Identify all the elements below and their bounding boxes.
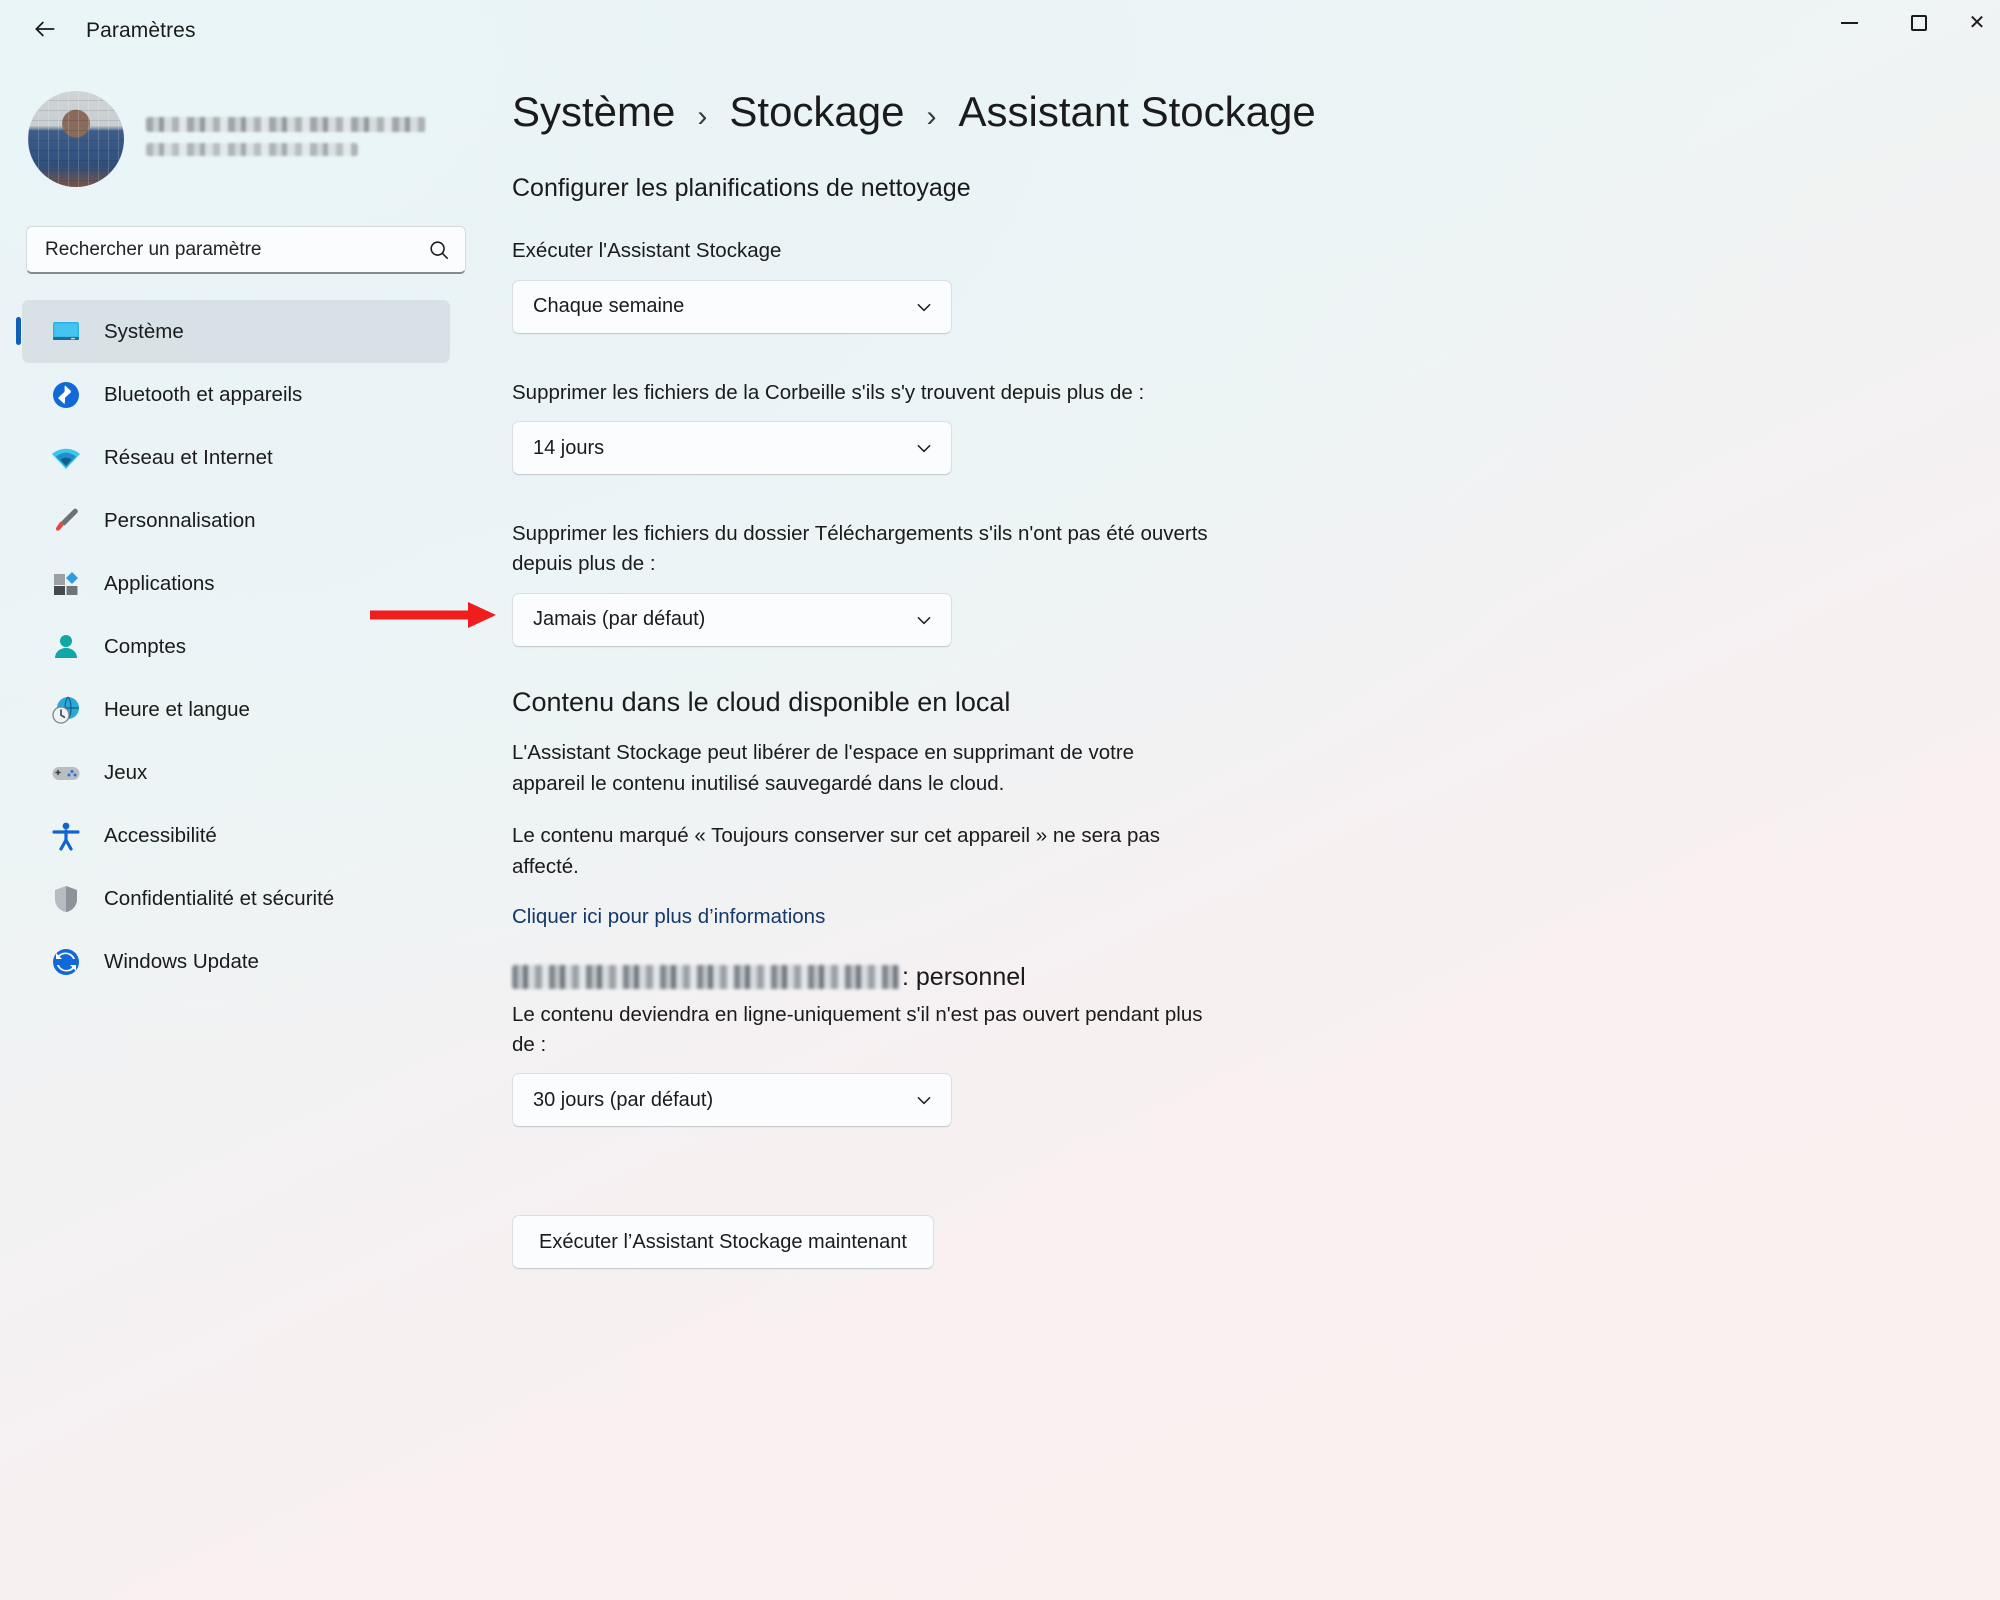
field-downloads: Supprimer les fichiers du dossier Téléch… [512,519,1960,647]
sidebar-item-label: Réseau et Internet [104,445,273,469]
minimize-icon [1840,22,1858,24]
cloud-section-heading: Contenu dans le cloud disponible en loca… [512,686,1011,717]
sidebar-item-systeme[interactable]: Système [16,300,450,363]
sidebar-item-reseau[interactable]: Réseau et Internet [22,426,450,489]
sidebar-item-label: Jeux [104,760,148,784]
user-profile[interactable] [0,70,464,190]
close-button[interactable]: ✕ [1954,0,2000,46]
field-recycle-bin: Supprimer les fichiers de la Corbeille s… [512,378,1960,476]
field-label: Le contenu deviendra en ligne-uniquement… [512,1002,1203,1056]
sidebar-item-heure-langue[interactable]: Heure et langue [22,678,450,741]
user-name-redacted [146,116,426,132]
sidebar-item-label: Personnalisation [104,508,256,532]
breadcrumb-item-assistant-stockage: Assistant Stockage [958,88,1316,135]
sidebar-item-label: Bluetooth et appareils [104,382,303,406]
breadcrumb-separator: › [697,100,708,133]
dropdown-value: Jamais (par défaut) [533,608,706,631]
apps-icon [50,568,82,600]
dropdown-value: Chaque semaine [533,295,685,318]
more-info-link[interactable]: Cliquer ici pour plus d’informations [512,905,1960,929]
page-title: Configurer les planifications de nettoya… [512,174,971,202]
bluetooth-icon [50,379,82,411]
sidebar-item-confidentialite[interactable]: Confidentialité et sécurité [22,867,450,930]
close-icon: ✕ [1968,12,1986,34]
app-title: Paramètres [86,19,196,42]
title-bar: Paramètres ✕ [0,0,2000,62]
sidebar-nav: Système Bluetooth et appareils Réseau et… [0,300,464,993]
account-name-redacted [512,965,900,990]
update-icon [50,946,82,978]
breadcrumb-separator: › [926,100,937,133]
downloads-dropdown[interactable]: Jamais (par défaut) [512,592,952,647]
window-controls: ✕ [1814,0,2000,56]
person-icon [50,631,82,663]
breadcrumb: Système › Stockage › Assistant Stockage [512,88,1960,136]
sidebar-item-label: Heure et langue [104,697,250,721]
cloud-paragraph-1: L'Assistant Stockage peut libérer de l'e… [512,740,1135,795]
dropdown-value: 30 jours (par défaut) [533,1088,714,1111]
breadcrumb-item-stockage[interactable]: Stockage [729,88,904,136]
field-online-only: Le contenu deviendra en ligne-uniquement… [512,1000,1960,1128]
sidebar-item-windows-update[interactable]: Windows Update [22,930,450,993]
sidebar-item-bluetooth[interactable]: Bluetooth et appareils [22,363,450,426]
sidebar-item-label: Système [104,319,184,343]
sidebar-item-label: Comptes [104,634,187,658]
sidebar-item-comptes[interactable]: Comptes [22,615,450,678]
sidebar-item-personnalisation[interactable]: Personnalisation [22,489,450,552]
field-label: Exécuter l'Assistant Stockage [512,239,782,262]
minimize-button[interactable] [1814,0,1884,46]
chevron-down-icon [915,439,933,457]
avatar [28,91,124,187]
sidebar-item-label: Accessibilité [104,823,217,847]
maximize-icon [1911,15,1927,31]
sidebar-item-applications[interactable]: Applications [22,552,450,615]
onedrive-account-line: : personnel [512,963,1960,992]
sidebar-item-label: Applications [104,571,215,595]
user-info [146,116,426,162]
gamepad-icon [50,757,82,789]
settings-window: Paramètres ✕ Rechercher un paramètre Sys… [0,0,2000,1600]
chevron-down-icon [915,298,933,316]
field-label: Supprimer les fichiers de la Corbeille s… [512,380,1145,404]
online-only-dropdown[interactable]: 30 jours (par défaut) [512,1073,952,1128]
paintbrush-icon [50,505,82,537]
accessibility-icon [50,820,82,852]
back-button[interactable] [22,11,68,51]
field-run-assistant: Exécuter l'Assistant Stockage Chaque sem… [512,236,1960,334]
account-type-label: : personnel [902,962,1026,991]
recycle-bin-dropdown[interactable]: 14 jours [512,421,952,476]
user-email-redacted [146,142,358,156]
chevron-down-icon [915,1091,933,1109]
sidebar-item-jeux[interactable]: Jeux [22,741,450,804]
cloud-paragraph-2: Le contenu marqué « Toujours conserver s… [512,824,1161,879]
sidebar-item-label: Confidentialité et sécurité [104,886,335,910]
monitor-icon [50,316,82,348]
search-container [26,226,466,274]
sidebar-item-label: Windows Update [104,949,259,973]
arrow-left-icon [32,16,58,47]
run-assistant-dropdown[interactable]: Chaque semaine [512,279,952,334]
maximize-button[interactable] [1884,0,1954,46]
sidebar: Système Bluetooth et appareils Réseau et… [0,70,490,1600]
shield-icon [50,883,82,915]
globe-clock-icon [50,694,82,726]
sidebar-item-accessibilite[interactable]: Accessibilité [22,804,450,867]
search-input[interactable] [26,226,466,274]
wifi-icon [50,442,82,474]
main-content: Système › Stockage › Assistant Stockage … [500,70,2000,1600]
breadcrumb-item-systeme[interactable]: Système [512,88,675,136]
dropdown-value: 14 jours [533,436,605,459]
chevron-down-icon [915,611,933,629]
run-storage-sense-now-button[interactable]: Exécuter l’Assistant Stockage maintenant [512,1215,934,1270]
field-label: Supprimer les fichiers du dossier Téléch… [512,522,1208,576]
